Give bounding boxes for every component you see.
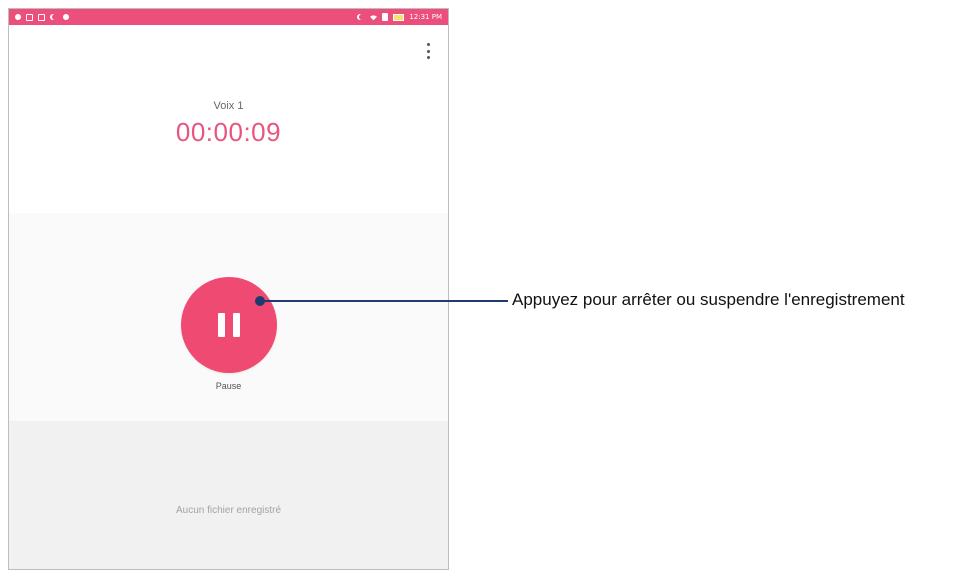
callout-line (260, 300, 508, 302)
pause-icon (218, 313, 240, 337)
more-options-button[interactable] (424, 43, 432, 59)
recording-controls: Pause (9, 213, 448, 423)
recorder-header: Voix 1 00:00:09 (9, 25, 448, 223)
recording-name: Voix 1 (213, 100, 244, 112)
empty-list-message: Aucun fichier enregistré (175, 505, 282, 516)
moon-icon (359, 14, 365, 20)
pause-label: Pause (215, 381, 242, 391)
status-right-icons: 12:31 PM (357, 13, 442, 21)
status-bar: 12:31 PM (9, 9, 448, 25)
status-time: 12:31 PM (409, 13, 442, 21)
wifi-icon (370, 14, 378, 20)
recorded-files-list: Aucun fichier enregistré (9, 421, 448, 569)
notification-icon (15, 14, 21, 20)
moon-icon (52, 14, 58, 20)
screenshot-icon (38, 13, 45, 21)
device-screen: 12:31 PM Voix 1 00:00:09 Pause Aucun fic… (8, 8, 449, 570)
message-icon (26, 13, 33, 21)
callout-dot (255, 296, 265, 306)
battery-icon (393, 13, 405, 21)
pause-button[interactable] (181, 277, 277, 373)
sim-icon (382, 13, 389, 21)
status-left-icons (15, 13, 69, 21)
android-icon (63, 14, 69, 20)
recording-timer: 00:00:09 (175, 117, 282, 147)
callout-text: Appuyez pour arrêter ou suspendre l'enre… (512, 290, 905, 309)
more-options-icon (426, 43, 430, 46)
